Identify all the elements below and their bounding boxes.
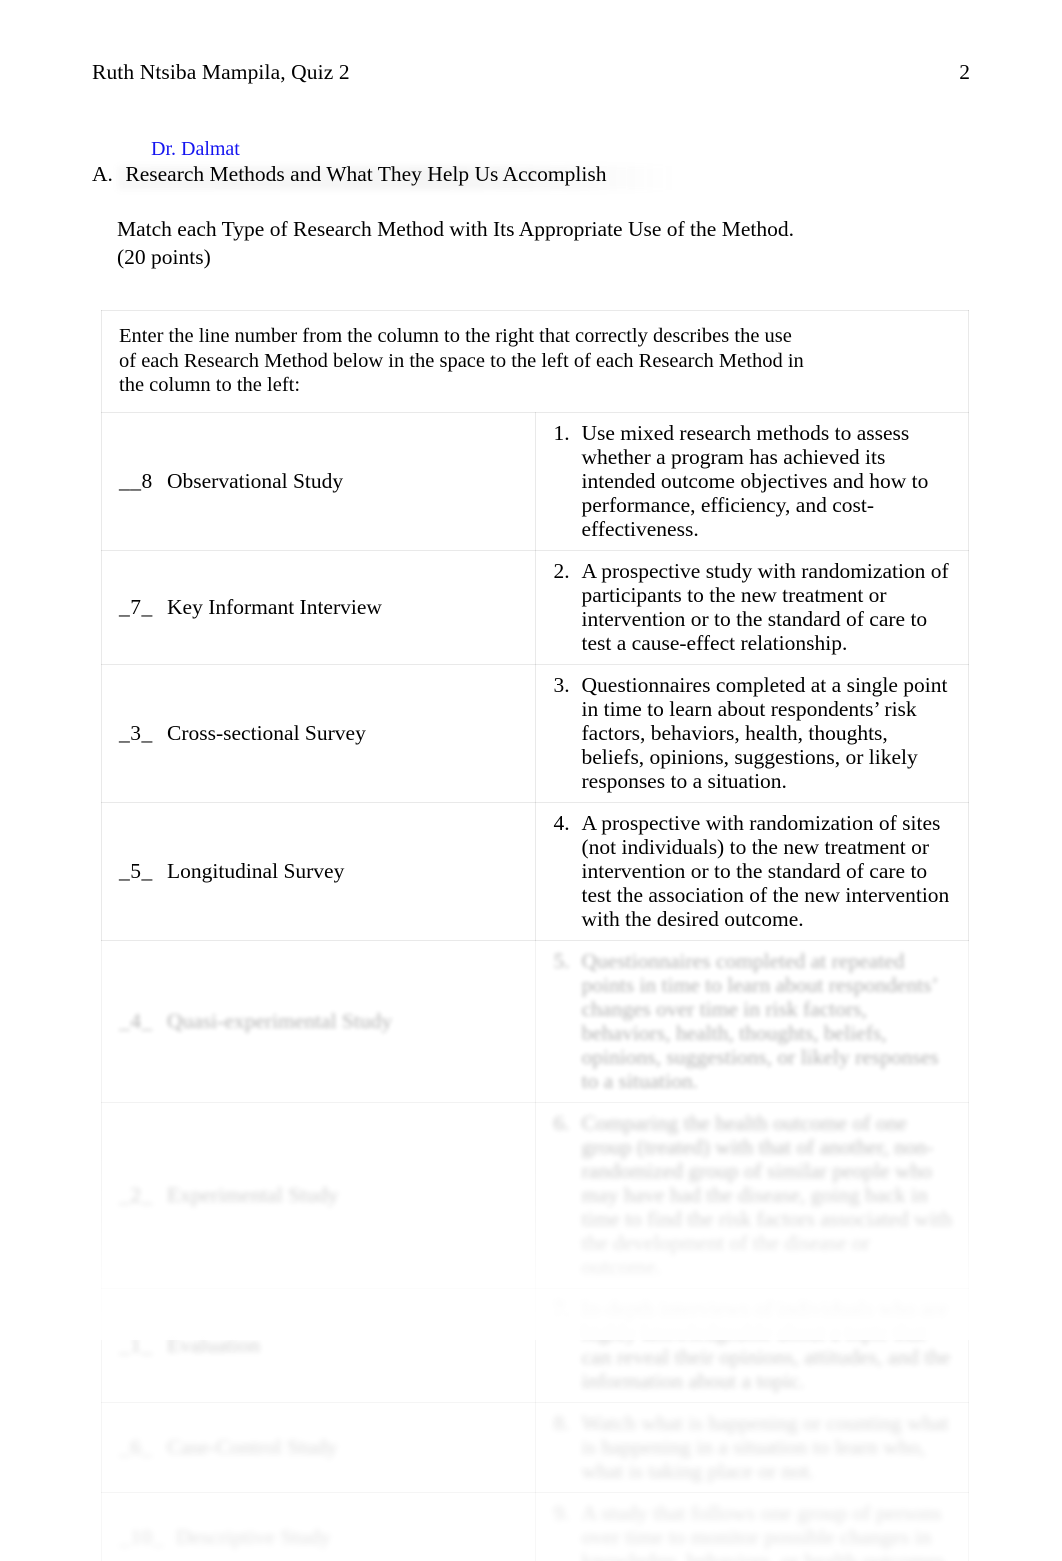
- prompt-line: Match each Type of Research Method with …: [117, 217, 794, 241]
- matching-table: Enter the line number from the column to…: [101, 310, 969, 1561]
- section-title: Research Methods and What They Help Us A…: [125, 162, 607, 186]
- method-cell[interactable]: _4_ Quasi-experimental Study: [101, 939, 536, 1103]
- use-cell: 2. A prospective study with randomizatio…: [534, 549, 969, 665]
- use-cell: 9. A study that follows one group of per…: [535, 1492, 969, 1561]
- answer-blank[interactable]: _1_: [119, 1332, 155, 1359]
- method-cell[interactable]: _1_ Evaluation: [101, 1287, 536, 1403]
- use-text: A prospective with randomization of site…: [581, 810, 950, 931]
- use-cell: 3. Questionnaires completed at a single …: [534, 663, 969, 803]
- answer-blank[interactable]: __8: [119, 468, 155, 495]
- document-page: Ruth Ntsiba Mampila, Quiz 2 2 Dr. Dalmat…: [0, 0, 1062, 1561]
- method-cell[interactable]: _3_ Cross-sectional Survey: [101, 663, 536, 803]
- answer-blank[interactable]: _3_: [119, 720, 155, 747]
- method-cell[interactable]: _5_ Longitudinal Survey: [101, 801, 536, 941]
- method-label: Longitudinal Survey: [167, 858, 345, 883]
- use-number: 3.: [553, 672, 570, 697]
- table-row: _4_ Quasi-experimental Study 5. Questionn…: [101, 939, 969, 1103]
- use-cell: 8. Watch what is happening or counting w…: [534, 1401, 969, 1493]
- use-number: 6.: [553, 1110, 570, 1135]
- method-label: Observational Study: [167, 468, 344, 493]
- answer-blank[interactable]: _7_: [119, 594, 155, 621]
- instructions-line-2: of each Research Method below in the spa…: [119, 349, 804, 372]
- method-label: Evaluation: [167, 1332, 261, 1357]
- instructor-note: Dr. Dalmat: [151, 138, 240, 160]
- section-heading: A. Research Methods and What They Help U…: [92, 161, 972, 188]
- table-row: _2_ Experimental Study 6. Comparing the h…: [101, 1101, 969, 1289]
- use-text: In-depth interviews of individuals who a…: [581, 1296, 951, 1393]
- method-cell[interactable]: _6_ Case-Control Study: [101, 1401, 536, 1493]
- use-cell: 7. In-depth interviews of individuals wh…: [534, 1287, 969, 1403]
- instructions-line-1: Enter the line number from the column to…: [119, 325, 792, 347]
- use-cell: 5. Questionnaires completed at repeated …: [534, 939, 969, 1103]
- table-row: _6_ Case-Control Study 8. Watch what is h…: [101, 1401, 969, 1493]
- use-text: A study that follows one group of person…: [581, 1500, 950, 1561]
- answer-blank[interactable]: _5_: [119, 858, 155, 885]
- method-label: Cross-sectional Survey: [167, 720, 366, 745]
- method-label: Experimental Study: [167, 1182, 339, 1207]
- use-number: 7.: [553, 1296, 570, 1321]
- method-label: Quasi-experimental Study: [167, 1008, 393, 1033]
- table-instructions-cell: Enter the line number from the column to…: [101, 310, 969, 413]
- method-cell[interactable]: _10_ Descriptive Study: [102, 1492, 536, 1561]
- use-number: 1.: [553, 420, 570, 445]
- use-text: Use mixed research methods to assess whe…: [581, 420, 929, 541]
- use-text: A prospective study with randomization o…: [581, 558, 949, 655]
- header-student-name: Ruth Ntsiba Mampila, Quiz 2: [92, 60, 350, 84]
- method-label: Case-Control Study: [167, 1434, 338, 1459]
- section-letter: A.: [92, 162, 113, 186]
- method-cell[interactable]: _2_ Experimental Study: [101, 1101, 536, 1289]
- table-row: _5_ Longitudinal Survey 4. A prospective …: [101, 801, 969, 941]
- answer-blank[interactable]: _10_: [119, 1524, 164, 1551]
- use-number: 2.: [553, 558, 570, 583]
- use-number: 9.: [553, 1500, 570, 1525]
- use-number: 5.: [553, 948, 570, 973]
- table-row: _10_ Descriptive Study 9. A study that fo…: [102, 1492, 969, 1561]
- use-text: Questionnaires completed at a single poi…: [581, 672, 948, 793]
- table-row: Enter the line number from the column to…: [101, 310, 969, 413]
- answer-blank[interactable]: _2_: [119, 1182, 155, 1209]
- document-header: Ruth Ntsiba Mampila, Quiz 2 2: [92, 60, 970, 86]
- answer-blank[interactable]: _6_: [119, 1434, 155, 1461]
- method-label: Descriptive Study: [176, 1524, 331, 1549]
- table-row: _3_ Cross-sectional Survey 3. Questionnai…: [101, 663, 969, 803]
- use-cell: 1. Use mixed research methods to assess …: [534, 411, 969, 551]
- use-text: Questionnaires completed at repeated poi…: [581, 948, 939, 1093]
- use-number: 8.: [553, 1410, 570, 1435]
- use-cell: 6. Comparing the health outcome of one g…: [534, 1101, 969, 1289]
- use-cell: 4. A prospective with randomization of s…: [534, 801, 969, 941]
- header-page-number: 2: [959, 60, 970, 84]
- use-number: 4.: [553, 810, 570, 835]
- answer-blank[interactable]: _4_: [119, 1008, 155, 1035]
- table-row: _7_ Key Informant Interview 2. A prospect…: [101, 549, 969, 665]
- instructions-line-3: the column to the left:: [119, 374, 301, 396]
- method-label: Key Informant Interview: [167, 594, 382, 619]
- use-text: Comparing the health outcome of one grou…: [581, 1110, 953, 1279]
- table-row: _1_ Evaluation 7. In-depth interviews of …: [101, 1287, 969, 1403]
- table-row: __8 Observational Study 1. Use mixed rese…: [101, 411, 969, 551]
- method-cell[interactable]: _7_ Key Informant Interview: [101, 549, 536, 665]
- use-text: Watch what is happening or counting what…: [581, 1410, 949, 1483]
- method-cell[interactable]: __8 Observational Study: [101, 411, 536, 551]
- exercise-prompt: Match each Type of Research Method with …: [117, 215, 794, 271]
- prompt-points: (20 points): [117, 245, 211, 269]
